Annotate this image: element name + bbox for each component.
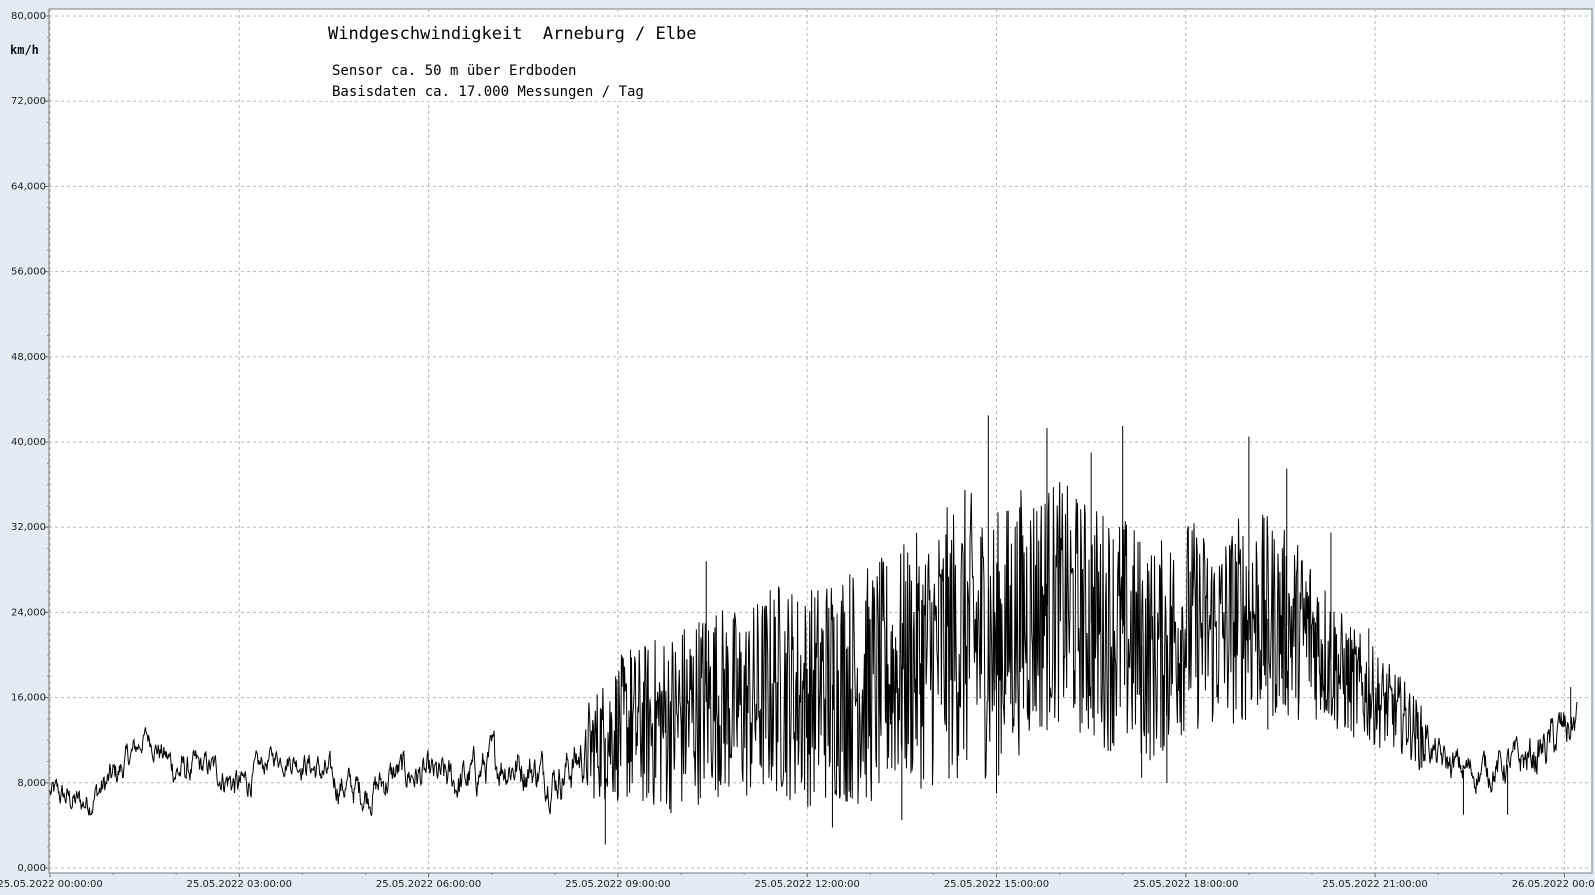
y-tick-label: 8,000 bbox=[17, 778, 46, 789]
x-tick-label: 25.05.2022 03:00:00 bbox=[187, 879, 292, 890]
wind-speed-chart: Windgeschwindigkeit Arneburg / Elbe Sens… bbox=[0, 0, 1595, 895]
x-tick-label: 25.05.2022 12:00:00 bbox=[755, 879, 860, 890]
chart-title: Windgeschwindigkeit Arneburg / Elbe bbox=[328, 24, 696, 44]
title-block: Windgeschwindigkeit Arneburg / Elbe Sens… bbox=[318, 17, 751, 101]
x-tick-label: 25.05.2022 21:00:00 bbox=[1322, 879, 1427, 890]
y-tick-label: 64,000 bbox=[11, 181, 46, 192]
plot-area bbox=[48, 8, 1593, 874]
y-tick-label: 40,000 bbox=[11, 437, 46, 448]
y-tick-label: 72,000 bbox=[11, 96, 46, 107]
y-axis-unit-label: km/h bbox=[10, 43, 39, 57]
y-tick-label: 48,000 bbox=[11, 352, 46, 363]
chart-subtitle-data: Basisdaten ca. 17.000 Messungen / Tag bbox=[332, 84, 644, 100]
x-tick-label: 25.05.2022 09:00:00 bbox=[565, 879, 670, 890]
y-tick-label: 16,000 bbox=[11, 693, 46, 704]
y-tick-label: 0,000 bbox=[17, 863, 46, 874]
x-tick-label: 25.05.2022 00:00:00 bbox=[0, 879, 103, 890]
x-tick-label: 25.05.2022 06:00:00 bbox=[376, 879, 481, 890]
x-tick-label: 26.05.2022 00:00:00 bbox=[1512, 879, 1595, 890]
y-tick-label: 56,000 bbox=[11, 267, 46, 278]
chart-frame: Windgeschwindigkeit Arneburg / Elbe Sens… bbox=[0, 0, 1595, 895]
x-tick-label: 25.05.2022 15:00:00 bbox=[944, 879, 1049, 890]
y-tick-label: 80,000 bbox=[11, 11, 46, 22]
y-tick-label: 32,000 bbox=[11, 522, 46, 533]
x-tick-label: 25.05.2022 18:00:00 bbox=[1133, 879, 1238, 890]
chart-subtitle-sensor: Sensor ca. 50 m über Erdboden bbox=[332, 63, 576, 79]
y-tick-label: 24,000 bbox=[11, 607, 46, 618]
